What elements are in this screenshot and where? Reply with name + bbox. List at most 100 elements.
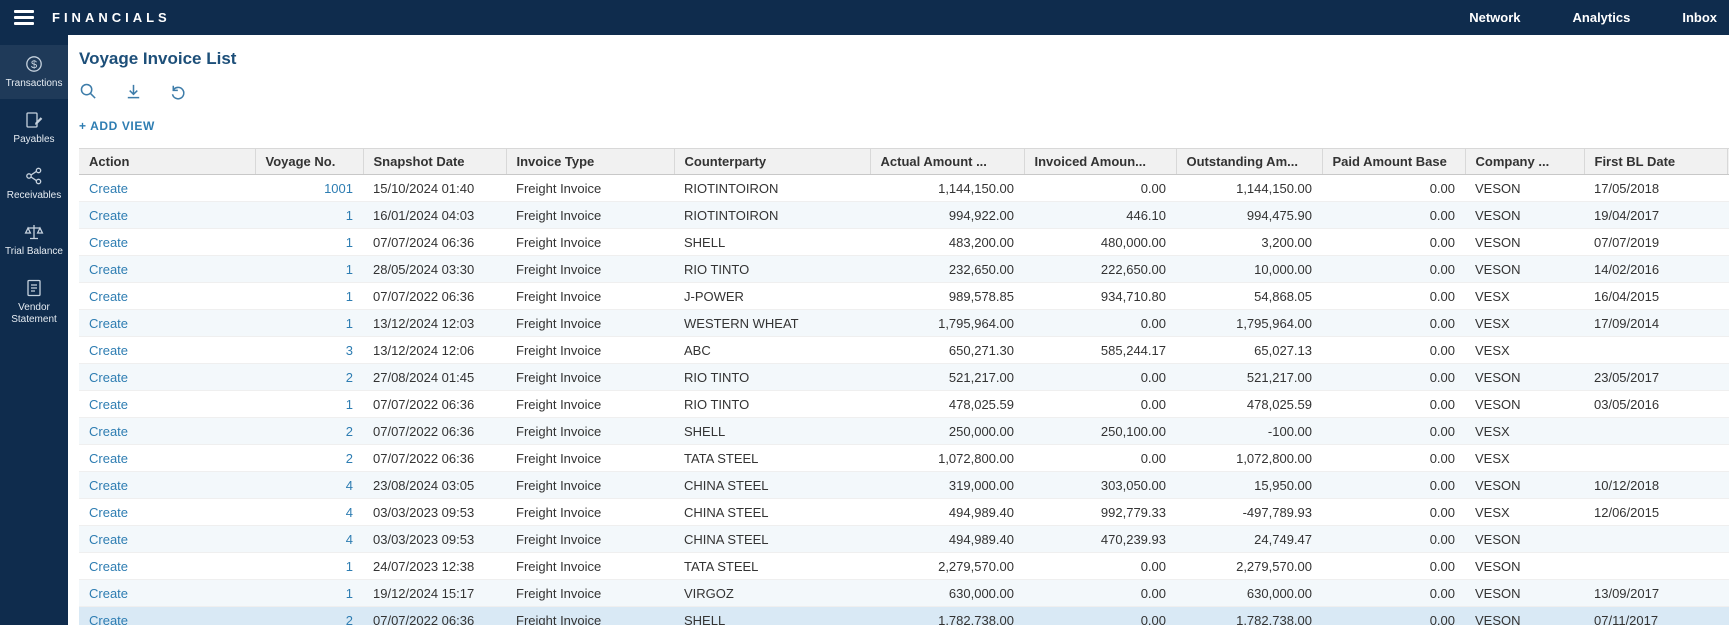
table-row[interactable]: Create227/08/2024 01:45Freight InvoiceRI… <box>79 364 1729 391</box>
column-header-voyage-no[interactable]: Voyage No. <box>255 149 363 175</box>
download-icon <box>124 82 144 101</box>
nav-inbox[interactable]: Inbox <box>1682 10 1717 25</box>
cell-action[interactable]: Create <box>79 418 255 445</box>
sidebar-item-payables[interactable]: Payables <box>0 101 68 155</box>
cell-action[interactable]: Create <box>79 256 255 283</box>
cell-voyage-no[interactable]: 1 <box>255 229 363 256</box>
cell-voyage-no[interactable]: 1 <box>255 310 363 337</box>
cell-action[interactable]: Create <box>79 202 255 229</box>
table-row[interactable]: Create313/12/2024 12:06Freight InvoiceAB… <box>79 337 1729 364</box>
cell-voyage-no[interactable]: 3 <box>255 337 363 364</box>
column-header-company[interactable]: Company ... <box>1465 149 1584 175</box>
cell-voyage-no[interactable]: 2 <box>255 418 363 445</box>
table-row[interactable]: Create423/08/2024 03:05Freight InvoiceCH… <box>79 472 1729 499</box>
table-row[interactable]: Create100115/10/2024 01:40Freight Invoic… <box>79 175 1729 202</box>
table-row[interactable]: Create207/07/2022 06:36Freight InvoiceTA… <box>79 445 1729 472</box>
cell-action[interactable]: Create <box>79 337 255 364</box>
cell-voyage-no[interactable]: 2 <box>255 445 363 472</box>
cell-voyage-no[interactable]: 2 <box>255 364 363 391</box>
cell-voyage-no[interactable]: 2 <box>255 607 363 625</box>
cell-company: VESX <box>1465 499 1584 526</box>
table-row[interactable]: Create403/03/2023 09:53Freight InvoiceCH… <box>79 526 1729 553</box>
cell-actual-amount: 494,989.40 <box>870 499 1024 526</box>
cell-first-bl-date: 10/12/2018 <box>1584 472 1727 499</box>
sidebar-item-vendor-statement[interactable]: Vendor Statement <box>0 269 68 335</box>
table-row[interactable]: Create124/07/2023 12:38Freight InvoiceTA… <box>79 553 1729 580</box>
cell-outstanding-amount: 1,072,800.00 <box>1176 445 1322 472</box>
cell-action[interactable]: Create <box>79 607 255 625</box>
cell-company: VESON <box>1465 175 1584 202</box>
table-row[interactable]: Create403/03/2023 09:53Freight InvoiceCH… <box>79 499 1729 526</box>
cell-counterparty: SHELL <box>674 607 870 625</box>
cell-counterparty: TATA STEEL <box>674 553 870 580</box>
cell-snapshot-date: 13/12/2024 12:06 <box>363 337 506 364</box>
menu-icon[interactable] <box>14 10 34 25</box>
cell-action[interactable]: Create <box>79 445 255 472</box>
cell-action[interactable]: Create <box>79 499 255 526</box>
table-row[interactable]: Create113/12/2024 12:03Freight InvoiceWE… <box>79 310 1729 337</box>
cell-first-bl-date: 03/05/2016 <box>1584 391 1727 418</box>
add-view-button[interactable]: + ADD VIEW <box>79 119 155 133</box>
cell-paid-amount-base: 0.00 <box>1322 499 1465 526</box>
cell-company: VESON <box>1465 526 1584 553</box>
table-row[interactable]: Create107/07/2024 06:36Freight InvoiceSH… <box>79 229 1729 256</box>
table-row[interactable]: Create207/07/2022 06:36Freight InvoiceSH… <box>79 418 1729 445</box>
column-header-outstanding-amount[interactable]: Outstanding Am... <box>1176 149 1322 175</box>
cell-action[interactable]: Create <box>79 526 255 553</box>
svg-text:$: $ <box>31 59 37 71</box>
table-row[interactable]: Create107/07/2022 06:36Freight InvoiceJ-… <box>79 283 1729 310</box>
sidebar-item-trial-balance[interactable]: Trial Balance <box>0 213 68 267</box>
cell-action[interactable]: Create <box>79 229 255 256</box>
column-header-invoice-type[interactable]: Invoice Type <box>506 149 674 175</box>
table-row[interactable]: Create128/05/2024 03:30Freight InvoiceRI… <box>79 256 1729 283</box>
cell-counterparty: ABC <box>674 337 870 364</box>
cell-invoiced-amount: 0.00 <box>1024 607 1176 625</box>
cell-voyage-no[interactable]: 4 <box>255 526 363 553</box>
nav-network[interactable]: Network <box>1469 10 1520 25</box>
cell-invoice-type: Freight Invoice <box>506 499 674 526</box>
cell-voyage-no[interactable]: 1 <box>255 256 363 283</box>
cell-action[interactable]: Create <box>79 580 255 607</box>
cell-voyage-no[interactable]: 4 <box>255 472 363 499</box>
cell-voyage-no[interactable]: 4 <box>255 499 363 526</box>
cell-first-bl-date: 23/05/2017 <box>1584 364 1727 391</box>
cell-invoice-type: Freight Invoice <box>506 175 674 202</box>
cell-action[interactable]: Create <box>79 283 255 310</box>
cell-voyage-no[interactable]: 1 <box>255 202 363 229</box>
column-header-paid-amount-base[interactable]: Paid Amount Base <box>1322 149 1465 175</box>
cell-action[interactable]: Create <box>79 391 255 418</box>
cell-voyage-no[interactable]: 1 <box>255 553 363 580</box>
cell-paid-amount-base: 0.00 <box>1322 445 1465 472</box>
cell-voyage-no[interactable]: 1 <box>255 283 363 310</box>
cell-paid-amount-base: 0.00 <box>1322 526 1465 553</box>
cell-action[interactable]: Create <box>79 364 255 391</box>
nav-analytics[interactable]: Analytics <box>1573 10 1631 25</box>
column-header-first-bl-date[interactable]: First BL Date <box>1584 149 1727 175</box>
table-row[interactable]: Create119/12/2024 15:17Freight InvoiceVI… <box>79 580 1729 607</box>
cell-first-bl-date <box>1584 526 1727 553</box>
cell-voyage-no[interactable]: 1001 <box>255 175 363 202</box>
cell-paid-amount-base: 0.00 <box>1322 310 1465 337</box>
cell-action[interactable]: Create <box>79 175 255 202</box>
column-header-actual-amount[interactable]: Actual Amount ... <box>870 149 1024 175</box>
sidebar-item-receivables[interactable]: Receivables <box>0 157 68 211</box>
cell-snapshot-date: 07/07/2022 06:36 <box>363 607 506 625</box>
reset-button[interactable] <box>169 81 189 101</box>
table-row[interactable]: Create207/07/2022 06:36Freight InvoiceSH… <box>79 607 1729 625</box>
sidebar-item-transactions[interactable]: $ Transactions <box>0 45 68 99</box>
cell-outstanding-amount: 10,000.00 <box>1176 256 1322 283</box>
cell-action[interactable]: Create <box>79 553 255 580</box>
column-header-counterparty[interactable]: Counterparty <box>674 149 870 175</box>
invoice-grid: Action Voyage No. Snapshot Date Invoice … <box>79 148 1729 625</box>
cell-action[interactable]: Create <box>79 310 255 337</box>
cell-voyage-no[interactable]: 1 <box>255 580 363 607</box>
search-button[interactable] <box>79 81 99 101</box>
cell-voyage-no[interactable]: 1 <box>255 391 363 418</box>
table-row[interactable]: Create107/07/2022 06:36Freight InvoiceRI… <box>79 391 1729 418</box>
column-header-snapshot-date[interactable]: Snapshot Date <box>363 149 506 175</box>
cell-action[interactable]: Create <box>79 472 255 499</box>
table-row[interactable]: Create116/01/2024 04:03Freight InvoiceRI… <box>79 202 1729 229</box>
download-button[interactable] <box>124 81 144 101</box>
column-header-invoiced-amount[interactable]: Invoiced Amoun... <box>1024 149 1176 175</box>
column-header-action[interactable]: Action <box>79 149 255 175</box>
